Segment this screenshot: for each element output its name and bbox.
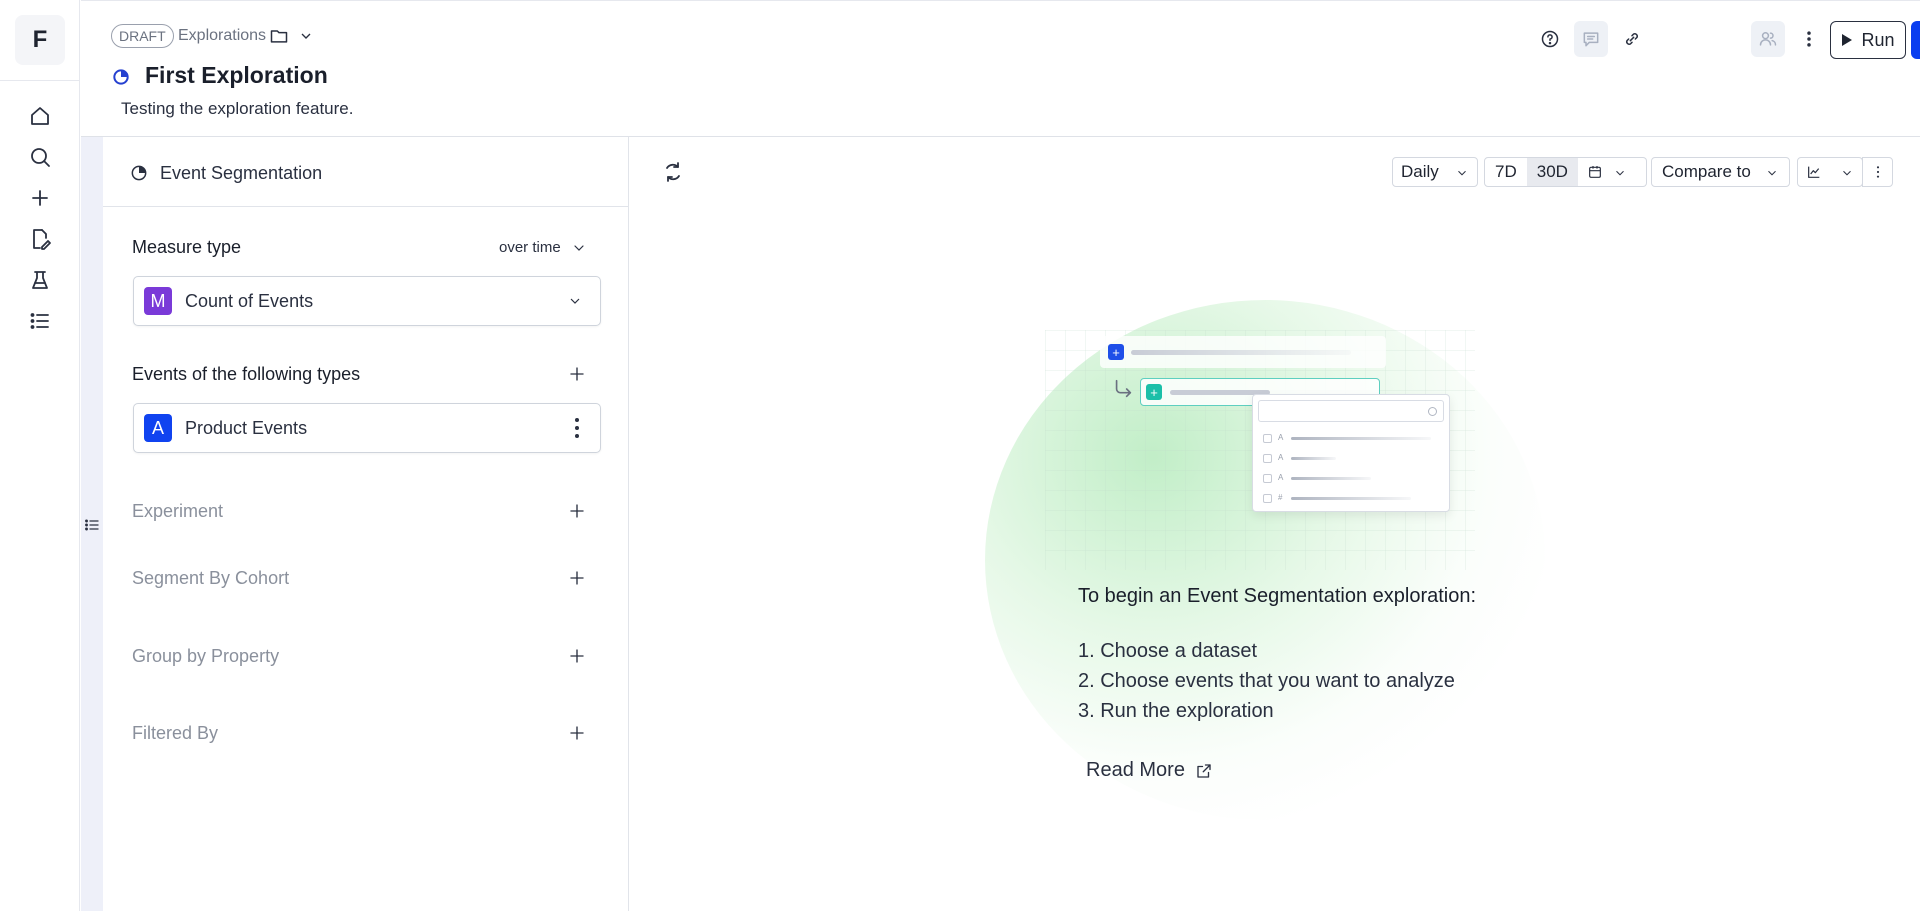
- range-7d-button[interactable]: 7D: [1485, 158, 1527, 186]
- illustration-row: #: [1263, 493, 1443, 504]
- nav-rail: F: [0, 0, 80, 911]
- granularity-value: Daily: [1401, 162, 1439, 181]
- chevron-down-icon: [1765, 165, 1779, 179]
- granularity-select[interactable]: Daily: [1392, 157, 1478, 187]
- home-icon[interactable]: [20, 96, 60, 136]
- event-badge: A: [144, 414, 172, 442]
- empty-state-title: To begin an Event Segmentation explorati…: [1078, 585, 1477, 607]
- status-badge: DRAFT: [111, 24, 174, 48]
- search-icon[interactable]: [20, 137, 60, 177]
- add-event-button[interactable]: [568, 365, 586, 383]
- list-icon[interactable]: [20, 301, 60, 341]
- exploration-header: DRAFT Explorations First Exploration Tes…: [81, 0, 1920, 137]
- query-type-header: Event Segmentation: [103, 137, 629, 207]
- run-label: Run: [1861, 29, 1895, 50]
- event-options-icon[interactable]: [574, 418, 580, 438]
- measure-type-label: Measure type: [132, 237, 242, 257]
- app-logo[interactable]: F: [15, 15, 65, 65]
- chevron-down-icon[interactable]: [298, 28, 314, 44]
- chevron-down-icon[interactable]: [571, 240, 587, 256]
- page-description[interactable]: Testing the exploration feature.: [121, 99, 353, 119]
- pie-chart-icon: [113, 69, 129, 85]
- edit-document-icon[interactable]: [20, 219, 60, 259]
- comment-icon[interactable]: [1574, 21, 1608, 57]
- illustration-row: A: [1263, 433, 1443, 444]
- chart-type-select[interactable]: [1797, 157, 1863, 187]
- page-title[interactable]: First Exploration: [145, 62, 328, 89]
- line-chart-icon: [1808, 166, 1820, 178]
- measure-selector[interactable]: M Count of Events: [133, 276, 601, 326]
- date-picker-button[interactable]: [1579, 157, 1647, 187]
- group-by-property-label: Group by Property: [132, 646, 280, 666]
- query-type-label: Event Segmentation: [160, 163, 323, 183]
- link-icon[interactable]: [1615, 21, 1649, 57]
- illustration-row: A: [1263, 453, 1443, 464]
- external-link-icon: [1197, 763, 1211, 778]
- users-icon[interactable]: [1751, 21, 1785, 57]
- empty-state-step: 2. Choose events that you want to analyz…: [1078, 670, 1455, 692]
- read-more-link[interactable]: Read More: [1086, 759, 1213, 782]
- query-panel: Event Segmentation Measure type over tim…: [103, 137, 629, 911]
- event-selected-label: Product Events: [185, 418, 308, 438]
- chevron-down-icon: [1840, 165, 1854, 179]
- range-30d-button[interactable]: 30D: [1526, 158, 1578, 186]
- calendar-icon: [1589, 166, 1601, 178]
- experiment-label: Experiment: [132, 501, 224, 521]
- folder-icon[interactable]: [269, 26, 289, 46]
- read-more-label: Read More: [1086, 759, 1185, 781]
- plus-icon: +: [1146, 384, 1162, 400]
- help-icon[interactable]: [1533, 21, 1567, 57]
- refresh-icon[interactable]: [661, 160, 685, 184]
- empty-state-step: 1. Choose a dataset: [1078, 640, 1258, 662]
- illustration-row: A: [1263, 473, 1443, 484]
- events-section-label: Events of the following types: [132, 364, 361, 384]
- filtered-by-label: Filtered By: [132, 723, 219, 743]
- chevron-down-icon: [1455, 165, 1469, 179]
- measure-badge: M: [144, 287, 172, 315]
- chevron-down-icon: [1613, 165, 1627, 179]
- plus-icon[interactable]: [20, 178, 60, 218]
- more-options-icon: [1876, 166, 1879, 178]
- run-button[interactable]: Run: [1830, 21, 1906, 59]
- rail-divider: [0, 80, 80, 81]
- add-experiment-button[interactable]: [568, 502, 586, 520]
- pie-chart-icon: [131, 165, 147, 181]
- illustration-search: [1258, 400, 1444, 422]
- add-cohort-button[interactable]: [568, 569, 586, 587]
- breadcrumb[interactable]: Explorations: [178, 27, 266, 45]
- arrow-turn-icon: [1112, 378, 1134, 400]
- segment-by-cohort-label: Segment By Cohort: [132, 568, 290, 588]
- event-selector[interactable]: A Product Events: [133, 403, 601, 453]
- empty-state-step: 3. Run the exploration: [1078, 700, 1274, 722]
- chevron-down-icon: [567, 293, 583, 309]
- illustration-dropdown: A A A #: [1252, 394, 1450, 512]
- chart-options-button[interactable]: [1862, 157, 1893, 187]
- compare-to-label: Compare to: [1662, 162, 1751, 181]
- add-group-by-button[interactable]: [568, 647, 586, 665]
- flask-icon[interactable]: [20, 260, 60, 300]
- illustration-line: [1131, 350, 1351, 355]
- more-options-icon[interactable]: [1792, 21, 1826, 57]
- save-button[interactable]: Save: [1911, 21, 1920, 59]
- measure-mode-select[interactable]: over time: [499, 239, 561, 256]
- play-icon: [1842, 34, 1853, 46]
- measure-selected-label: Count of Events: [185, 291, 314, 311]
- compare-to-select[interactable]: Compare to: [1651, 157, 1790, 187]
- plus-icon: +: [1108, 344, 1124, 360]
- list-toggle-icon[interactable]: [84, 517, 100, 533]
- add-filter-button[interactable]: [568, 724, 586, 742]
